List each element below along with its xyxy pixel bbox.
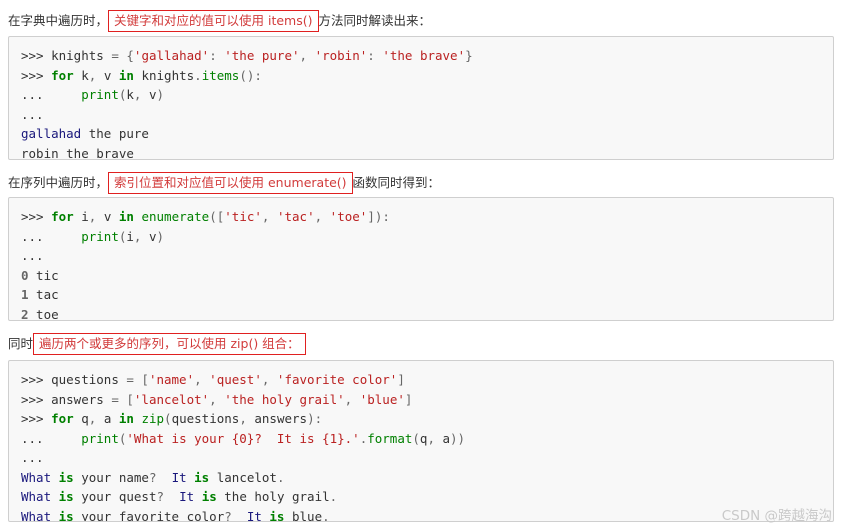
code-line: ... xyxy=(21,106,44,122)
code-block-zip: >>> questions = ['name', 'quest', 'favor… xyxy=(8,360,834,522)
code-block-enumerate: >>> for i, v in enumerate(['tic', 'tac',… xyxy=(8,197,834,321)
code-line: ... print(k, v) xyxy=(21,87,165,102)
code-line: What is your name? It is lancelot. xyxy=(21,469,285,485)
paragraph-dict-iteration: 在字典中遍历时， 关键字和对应的值可以使用 items() 方法同时解读出来： xyxy=(8,10,431,32)
code-line: >>> answers = ['lancelot', 'the holy gra… xyxy=(21,391,413,407)
code-line: gallahad the pure xyxy=(21,126,149,141)
paragraph-lead-text: 在字典中遍历时， xyxy=(8,13,109,28)
paragraph-tail-text: 函数同时得到： xyxy=(352,175,441,190)
highlight-text: 遍历两个或更多的序列，可以使用 zip() 组合： xyxy=(39,336,300,351)
code-line: >>> knights = {'gallahad': 'the pure', '… xyxy=(21,48,473,63)
paragraph-lead-text: 同时 xyxy=(8,336,34,351)
code-line: What is your quest? It is the holy grail… xyxy=(21,489,338,504)
paragraph-sequence-iteration: 在序列中遍历时， 索引位置和对应值可以使用 enumerate() 函数同时得到… xyxy=(8,172,440,194)
document-page: 在字典中遍历时， 关键字和对应的值可以使用 items() 方法同时解读出来： … xyxy=(0,0,842,530)
code-line: What is your favorite color? It is blue. xyxy=(21,508,330,522)
code-line: 2 toe xyxy=(21,306,59,321)
code-line: ... xyxy=(21,450,44,465)
code-line: ... print('What is your {0}? It is {1}.'… xyxy=(21,430,466,446)
watermark-label: CSDN @跨越海沟 xyxy=(721,508,832,524)
code-line: robin the brave xyxy=(21,145,134,160)
paragraph-zip-iteration: 同时 遍历两个或更多的序列，可以使用 zip() 组合： xyxy=(8,333,306,355)
code-line: >>> for i, v in enumerate(['tic', 'tac',… xyxy=(21,209,390,224)
code-line: >>> questions = ['name', 'quest', 'favor… xyxy=(21,372,405,387)
code-line: >>> for q, a in zip(questions, answers): xyxy=(21,411,323,426)
highlight-text: 关键字和对应的值可以使用 items() xyxy=(114,13,313,28)
code-line: ... xyxy=(21,248,44,263)
highlight-box-items: 关键字和对应的值可以使用 items() xyxy=(108,10,319,32)
code-line: 1 tac xyxy=(21,287,59,302)
code-line: >>> for k, v in knights.items(): xyxy=(21,67,262,83)
highlight-box-enumerate: 索引位置和对应值可以使用 enumerate() xyxy=(108,172,353,194)
highlight-text: 索引位置和对应值可以使用 enumerate() xyxy=(114,175,347,190)
highlight-box-zip: 遍历两个或更多的序列，可以使用 zip() 组合： xyxy=(33,333,306,355)
code-line: ... print(i, v) xyxy=(21,228,165,244)
code-block-dict-items: >>> knights = {'gallahad': 'the pure', '… xyxy=(8,36,834,160)
code-line: 0 tic xyxy=(21,267,59,283)
paragraph-lead-text: 在序列中遍历时， xyxy=(8,175,109,190)
paragraph-tail-text: 方法同时解读出来： xyxy=(318,13,432,28)
